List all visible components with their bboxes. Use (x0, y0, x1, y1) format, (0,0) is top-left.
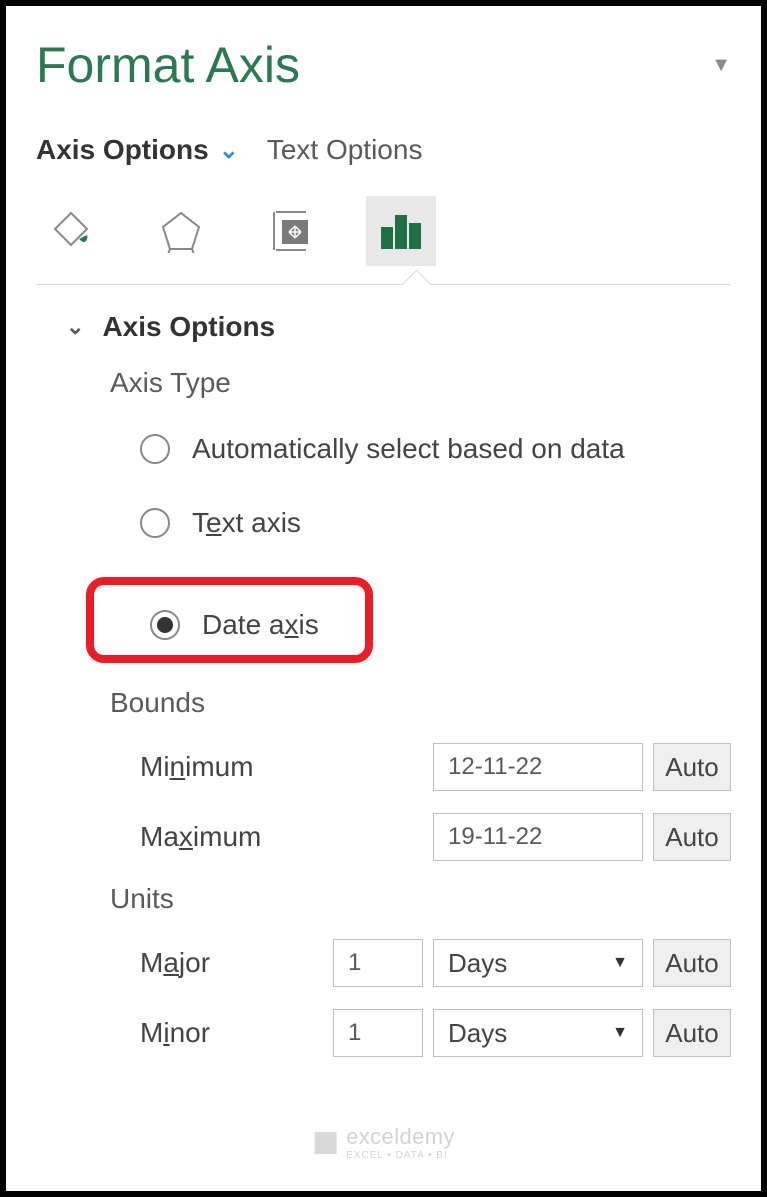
tab-axis-options[interactable]: Axis Options ⌄ (36, 134, 239, 166)
size-properties-icon[interactable] (256, 196, 326, 266)
major-label: Major (140, 947, 250, 979)
bounds-group: Bounds Minimum Auto Maximum Auto (110, 687, 731, 861)
major-unit-value: Days (448, 948, 507, 979)
axis-options-icon[interactable] (366, 196, 436, 266)
major-unit-select[interactable]: Days ▼ (433, 939, 643, 987)
highlight-date-axis: Date axis (86, 577, 373, 663)
dropdown-arrow-icon: ▼ (612, 954, 628, 972)
axis-options-section-label: Axis Options (102, 311, 275, 343)
category-icons (36, 196, 731, 284)
axis-type-radio-group: Automatically select based on data Text … (136, 429, 731, 543)
units-group: Units Major Days ▼ Auto Minor Days ▼ Aut… (110, 883, 731, 1057)
radio-auto-label: Automatically select based on data (192, 433, 625, 465)
tab-axis-options-label: Axis Options (36, 134, 209, 166)
watermark-tagline: EXCEL • DATA • BI (346, 1150, 455, 1161)
fill-line-icon[interactable] (36, 196, 106, 266)
minor-auto-button[interactable]: Auto (653, 1009, 731, 1057)
maximum-input[interactable] (433, 813, 643, 861)
minimum-label: Minimum (140, 751, 370, 783)
bounds-minimum-row: Minimum Auto (110, 743, 731, 791)
tab-text-options[interactable]: Text Options (267, 134, 423, 166)
units-label: Units (110, 883, 731, 915)
minor-value-input[interactable] (333, 1009, 423, 1057)
minimum-input[interactable] (433, 743, 643, 791)
effects-icon[interactable] (146, 196, 216, 266)
divider (36, 284, 731, 285)
axis-options-section-header[interactable]: ⌄ Axis Options (66, 311, 731, 343)
chevron-down-icon: ⌄ (219, 136, 239, 165)
major-value-input[interactable] (333, 939, 423, 987)
radio-date-axis-label: Date axis (202, 609, 319, 641)
minimum-auto-button[interactable]: Auto (653, 743, 731, 791)
radio-auto-select[interactable]: Automatically select based on data (136, 429, 631, 469)
radio-date-axis[interactable]: Date axis (146, 605, 325, 645)
minor-unit-select[interactable]: Days ▼ (433, 1009, 643, 1057)
pane-menu-arrow-icon[interactable]: ▼ (711, 54, 731, 77)
minor-unit-value: Days (448, 1018, 507, 1049)
maximum-auto-button[interactable]: Auto (653, 813, 731, 861)
radio-icon (140, 434, 170, 464)
axis-type-label: Axis Type (110, 367, 731, 399)
units-minor-row: Minor Days ▼ Auto (110, 1009, 731, 1057)
minor-label: Minor (140, 1017, 250, 1049)
radio-text-axis-label: Text axis (192, 507, 301, 539)
major-auto-button[interactable]: Auto (653, 939, 731, 987)
watermark: exceldemy EXCEL • DATA • BI (312, 1124, 455, 1161)
bounds-label: Bounds (110, 687, 731, 719)
radio-text-axis[interactable]: Text axis (136, 503, 307, 543)
tab-text-options-label: Text Options (267, 134, 423, 166)
pane-title-text: Format Axis (36, 36, 300, 94)
radio-icon (140, 508, 170, 538)
radio-checked-icon (150, 610, 180, 640)
dropdown-arrow-icon: ▼ (612, 1024, 628, 1042)
maximum-label: Maximum (140, 821, 370, 853)
pane-title: Format Axis ▼ (36, 36, 731, 94)
options-tabs: Axis Options ⌄ Text Options (36, 134, 731, 166)
units-major-row: Major Days ▼ Auto (110, 939, 731, 987)
watermark-logo-icon (312, 1130, 338, 1156)
bounds-maximum-row: Maximum Auto (110, 813, 731, 861)
watermark-brand: exceldemy (346, 1124, 455, 1150)
chevron-down-icon: ⌄ (66, 314, 84, 340)
